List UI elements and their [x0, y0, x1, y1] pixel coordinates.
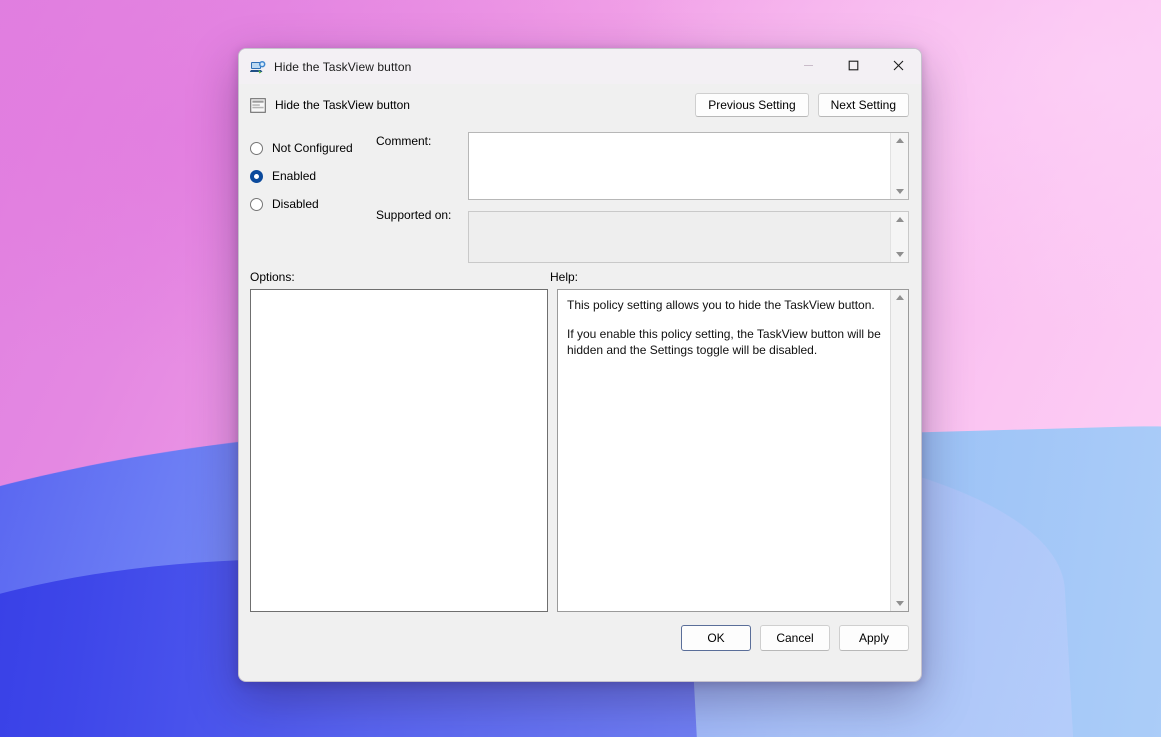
help-paragraph: This policy setting allows you to hide t… — [567, 297, 881, 313]
panels-row: This policy setting allows you to hide t… — [239, 289, 921, 612]
options-label: Options: — [250, 270, 550, 284]
window-title: Hide the TaskView button — [274, 60, 411, 74]
previous-setting-button[interactable]: Previous Setting — [695, 93, 808, 117]
scroll-down-icon[interactable] — [891, 247, 908, 262]
radio-enabled[interactable]: Enabled — [250, 162, 372, 190]
help-text: This policy setting allows you to hide t… — [558, 290, 890, 611]
help-scrollbar[interactable] — [890, 290, 908, 611]
title-bar[interactable]: Hide the TaskView button — [239, 49, 921, 84]
dialog-footer: OK Cancel Apply — [239, 612, 921, 651]
supported-on-field — [468, 211, 909, 263]
supported-on-scrollbar[interactable] — [890, 212, 908, 262]
state-and-comment-region: Not Configured Enabled Disabled Comment:… — [239, 126, 921, 256]
radio-label-disabled: Disabled — [272, 197, 319, 211]
radio-mark-enabled — [250, 170, 263, 183]
comment-label: Comment: — [376, 134, 468, 148]
radio-not-configured[interactable]: Not Configured — [250, 134, 372, 162]
maximize-icon — [848, 60, 859, 74]
minimize-button[interactable] — [786, 49, 831, 84]
maximize-button[interactable] — [831, 49, 876, 84]
supported-on-label: Supported on: — [376, 208, 468, 222]
comment-text[interactable] — [469, 133, 890, 199]
setting-state-group: Not Configured Enabled Disabled — [250, 126, 372, 256]
radio-label-not-configured: Not Configured — [272, 141, 353, 155]
scroll-down-icon[interactable] — [891, 184, 908, 199]
scroll-down-icon[interactable] — [891, 596, 908, 611]
setting-title: Hide the TaskView button — [275, 98, 410, 112]
policy-setting-icon — [250, 98, 266, 113]
radio-mark-disabled — [250, 198, 263, 211]
minimize-icon — [803, 60, 814, 74]
ok-button[interactable]: OK — [681, 625, 751, 651]
field-labels-column: Comment: Supported on: — [372, 126, 468, 256]
comment-scrollbar[interactable] — [890, 133, 908, 199]
close-icon — [893, 60, 904, 74]
help-paragraph: If you enable this policy setting, the T… — [567, 326, 881, 358]
help-panel: This policy setting allows you to hide t… — [557, 289, 909, 612]
policy-setting-dialog: Hide the TaskView button — [238, 48, 922, 682]
field-inputs-column — [468, 126, 909, 256]
setting-header: Hide the TaskView button Previous Settin… — [239, 84, 921, 126]
radio-disabled[interactable]: Disabled — [250, 190, 372, 218]
radio-mark-not-configured — [250, 142, 263, 155]
close-button[interactable] — [876, 49, 921, 84]
next-setting-button[interactable]: Next Setting — [818, 93, 909, 117]
cancel-button[interactable]: Cancel — [760, 625, 830, 651]
comment-field[interactable] — [468, 132, 909, 200]
options-panel[interactable] — [250, 289, 548, 612]
supported-on-text — [469, 212, 890, 262]
setting-nav-buttons: Previous Setting Next Setting — [695, 93, 909, 117]
help-label: Help: — [550, 270, 578, 284]
scroll-up-icon[interactable] — [891, 133, 908, 148]
scroll-up-icon[interactable] — [891, 290, 908, 305]
radio-label-enabled: Enabled — [272, 169, 316, 183]
window-controls — [786, 49, 921, 84]
group-policy-icon — [250, 59, 266, 75]
scroll-up-icon[interactable] — [891, 212, 908, 227]
apply-button[interactable]: Apply — [839, 625, 909, 651]
